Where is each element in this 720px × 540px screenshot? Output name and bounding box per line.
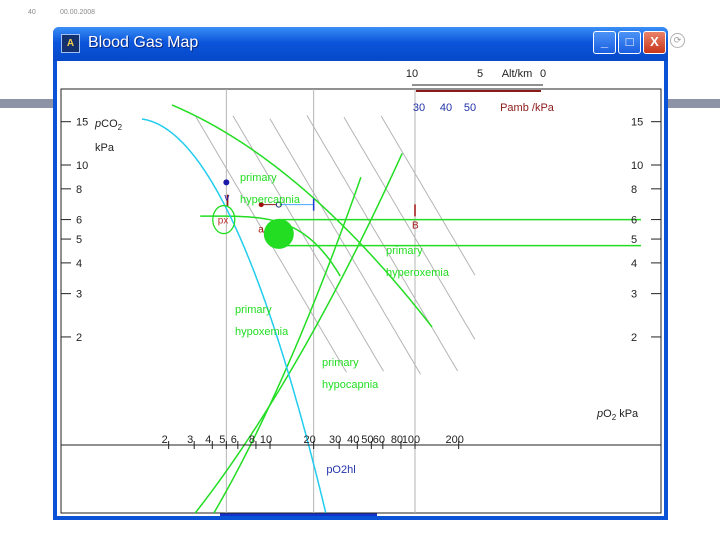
region-label-line1: primary	[386, 245, 423, 257]
v-label: v	[224, 192, 229, 203]
top-altitude-tick-label: 5	[477, 68, 483, 80]
y-tick-label-left: 6	[76, 215, 82, 227]
blood-gas-window: A Blood Gas Map _ □ X v a px Bprimary hyperc…	[53, 27, 668, 534]
y-tick-label-right: 4	[631, 258, 637, 270]
top-altitude-tick-label: Alt/km	[502, 68, 533, 80]
close-button[interactable]: X	[643, 31, 666, 54]
y-tick-label-right: 6	[631, 215, 637, 227]
y-tick-label-right: 3	[631, 289, 637, 301]
blood-gas-chart: v a px Bprimary hypercapnia primary hyperoxemi…	[60, 68, 662, 534]
top-altitude-tick-label: 10	[406, 68, 418, 80]
region-label-line2: hypercapnia	[240, 194, 301, 206]
y-tick-label-left: 15	[76, 117, 88, 129]
x-tick-label: 200	[445, 434, 463, 446]
y-tick-label-right: 15	[631, 117, 643, 129]
x-tick-label: 6	[231, 434, 237, 446]
window-titlebar[interactable]: A Blood Gas Map _ □ X	[53, 27, 668, 61]
top-pressure-tick-label: 50	[464, 102, 476, 114]
window-title: Blood Gas Map	[88, 34, 199, 51]
region-label-line2: hypoxemia	[235, 326, 289, 338]
x-tick-label: 2	[162, 434, 168, 446]
y-tick-label-right: 5	[631, 234, 637, 246]
y-tick-label-left: 10	[76, 160, 88, 172]
y-tick-label-left: 2	[76, 332, 82, 344]
top-altitude-tick-label: 0	[540, 68, 546, 80]
y-axis-title: pCO2	[94, 118, 123, 132]
region-label-line1: primary	[235, 304, 272, 316]
y-tick-label-left: 3	[76, 289, 82, 301]
x-tick-label: 5	[219, 434, 225, 446]
region-label-line2: hyperoxemia	[386, 267, 450, 279]
slide-number: 40	[28, 9, 36, 16]
x-tick-label: 8	[249, 434, 255, 446]
bottom-altitude-axis-label: pO2hl	[326, 464, 355, 476]
y-tick-label-left: 5	[76, 234, 82, 246]
a-label: a	[258, 225, 264, 236]
iso-curve	[343, 117, 476, 340]
normal-zone-dot	[263, 218, 294, 249]
y-axis-unit: kPa	[95, 142, 115, 154]
maximize-button[interactable]: □	[618, 31, 641, 54]
iso-curve	[306, 115, 459, 372]
slide-decoration-bar-left	[0, 99, 54, 108]
slide-date: 00.00.2008	[60, 9, 96, 16]
plot-frame	[60, 88, 662, 514]
y-tick-label-right: 2	[631, 332, 637, 344]
y-tick-label-left: 4	[76, 258, 82, 270]
v-point	[223, 179, 230, 186]
minimize-button[interactable]: _	[593, 31, 616, 54]
slide-decoration-bar-right	[664, 99, 720, 108]
chart-area: v a px Bprimary hypercapnia primary hyperoxemi…	[57, 61, 664, 534]
circular-refresh-icon: ⟳	[670, 33, 685, 48]
top-pressure-tick-label: 40	[440, 102, 452, 114]
y-tick-label-left: 8	[76, 184, 82, 196]
x-tick-label: 4	[205, 434, 211, 446]
px-label: px	[218, 216, 229, 227]
y-tick-label-right: 10	[631, 160, 643, 172]
b-label: B	[412, 220, 419, 231]
y-tick-label-right: 8	[631, 184, 637, 196]
cyan-boundary-curve	[141, 118, 327, 513]
top-pressure-tick-label: 30	[413, 102, 425, 114]
x-axis-title: pO2 kPa	[596, 408, 639, 422]
top-pressure-tick-label: Pamb /kPa	[500, 102, 555, 114]
blood-gas-app-icon: A	[61, 34, 80, 53]
x-tick-label: 100	[402, 434, 420, 446]
region-label-line1: primary	[240, 172, 277, 184]
region-label-line2: hypocapnia	[322, 379, 379, 391]
x-tick-label: 3	[187, 434, 193, 446]
region-label-line1: primary	[322, 357, 359, 369]
